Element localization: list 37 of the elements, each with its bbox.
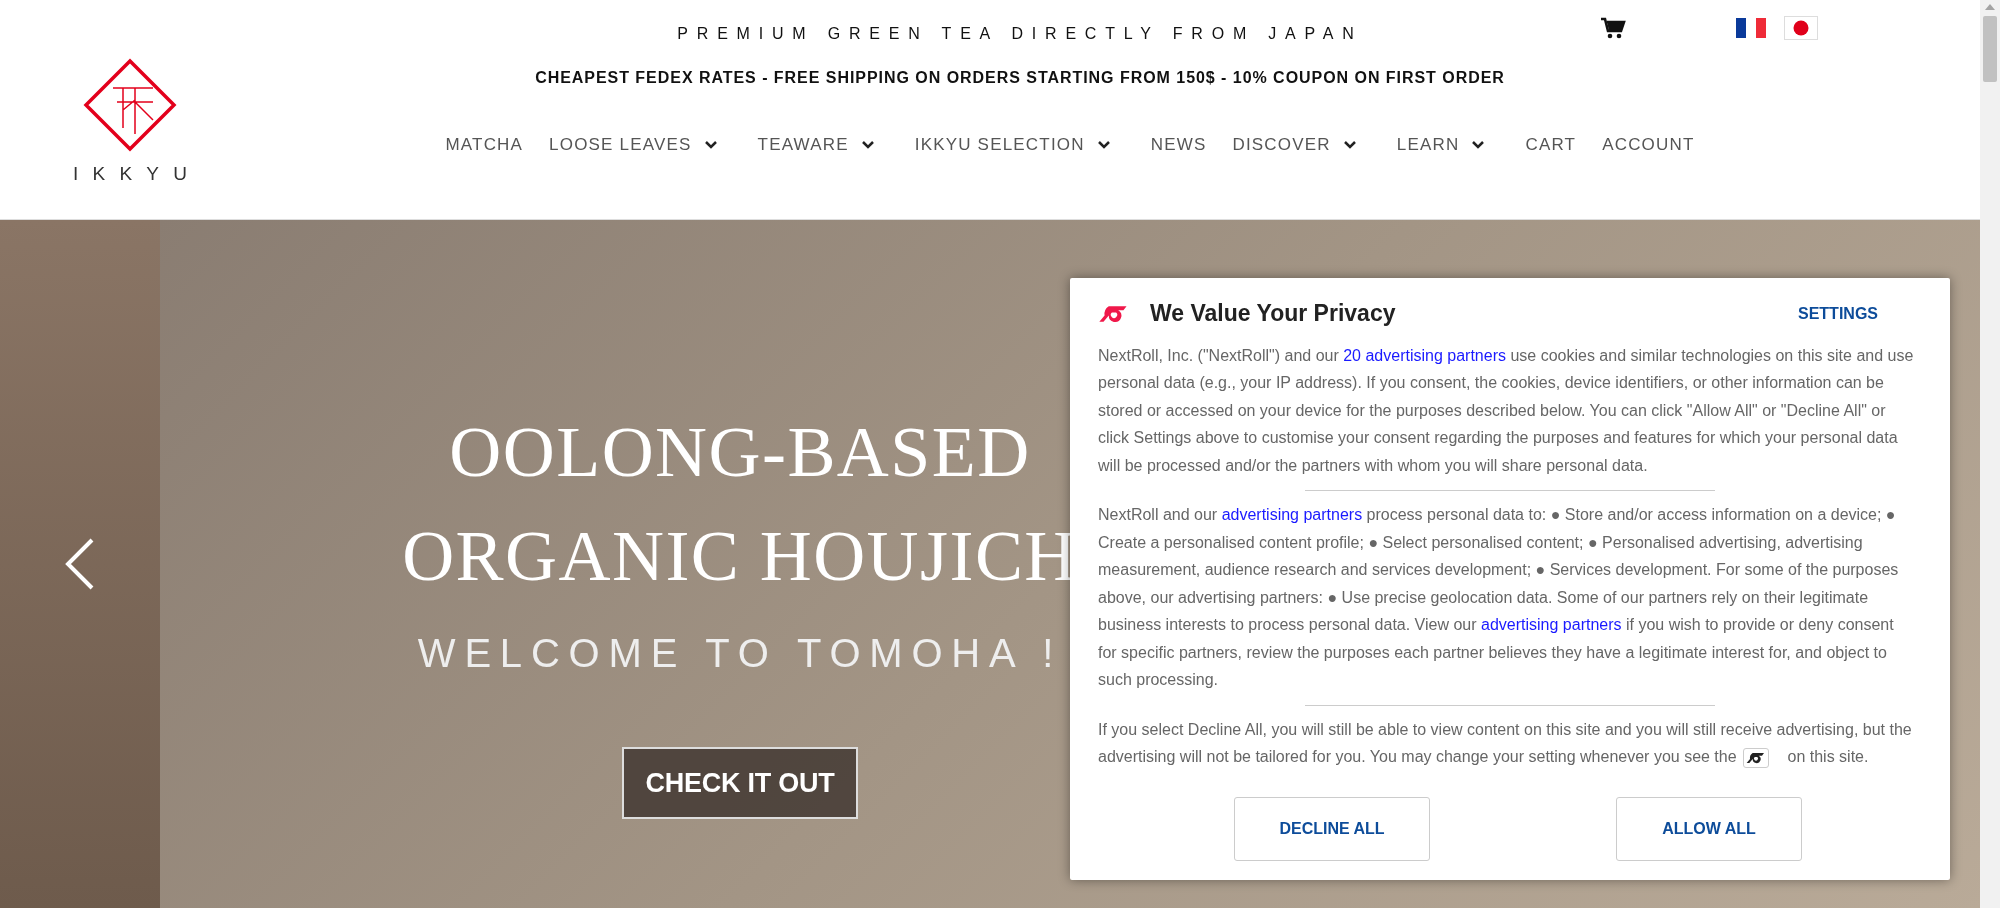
consent-paragraph: NextRoll and our advertising partners process personal data to: ● Store and/or access information on a device; ● Create a personalised content profile; ● Select personalised content; ● Personalised advertising, advertising measurement, audience research and services development; ● Services development. For some of the purposes above, our advertising partners: ● Use precise geolocation data. Some of our partners rely on their legitimate business interests to process personal data. View our advertising partners if you wish to provide or deny consent for specific partners, review the purposes each partner believes they have a legitimate interest for, and object to such processing.: [1098, 505, 1900, 691]
chevron-down-icon: [1471, 139, 1486, 150]
check-it-out-button[interactable]: CHECK IT OUT: [621, 746, 859, 820]
brand-logo-icon: [1743, 747, 1770, 768]
nav-link[interactable]: MATCHA: [433, 128, 536, 162]
consent-paragraph: NextRoll, Inc. ("NextRoll") and our 20 advertising partners use cookies and similar technologies on this site and use personal data (e.g., your IP address). If you consent, the cookies, device identifiers, or other information can be stored or accessed on your device for the purposes described below. You can click "Allow All" or "Decline All" or click Settings above to customise your consent regarding the purposes and features for which your personal data will be processed and/or the partners with whom you will share personal data.: [1098, 345, 1915, 476]
chevron-down-icon: [1096, 139, 1111, 150]
logo-icon[interactable]: [83, 58, 177, 152]
chevron-down-icon: [703, 139, 718, 150]
hero-title-line: ORGANIC HOUJICH: [402, 515, 1078, 599]
cart-icon[interactable]: [1600, 17, 1626, 39]
chevron-down-icon: [860, 139, 875, 150]
decline-all-button[interactable]: DECLINE ALL: [1234, 796, 1430, 861]
scrollbar-thumb[interactable]: [1983, 16, 1997, 82]
advertising-partners-link[interactable]: advertising partners: [1481, 616, 1622, 634]
nav-link[interactable]: ACCOUNT: [1590, 128, 1707, 162]
advertising-partners-link[interactable]: advertising partners: [1221, 506, 1363, 524]
nav-link[interactable]: CART: [1513, 128, 1589, 162]
dialog-title: We Value Your Privacy: [1150, 300, 1396, 328]
allow-all-button[interactable]: ALLOW ALL: [1616, 796, 1802, 861]
nav-link[interactable]: NEWS: [1138, 128, 1219, 162]
france-flag-icon[interactable]: [1736, 18, 1766, 38]
japan-flag-icon[interactable]: [1784, 16, 1818, 40]
nav-link[interactable]: LEARN: [1384, 128, 1512, 162]
tagline: PREMIUM GREEN TEA DIRECTLY FROM JAPAN: [677, 24, 1363, 44]
hero-subtitle: WELCOME TO TOMOHA !: [417, 629, 1063, 677]
advertising-partners-link[interactable]: 20 advertising partners: [1343, 346, 1506, 364]
nav-link[interactable]: TEAWARE: [745, 128, 901, 162]
consent-paragraph: If you select Decline All, you will still be able to view content on this site and you will still receive advertising, but the advertising will not be tailored for you. You may change your setting whenever you see the on this site.: [1098, 719, 1913, 770]
nav-link[interactable]: IKKYU SELECTION: [902, 128, 1137, 162]
logo-text: IKKYU: [72, 162, 202, 186]
settings-link[interactable]: SETTINGS: [1798, 301, 1878, 326]
nav-link[interactable]: DISCOVER: [1220, 128, 1383, 162]
nav-link[interactable]: LOOSE LEAVES: [537, 128, 744, 162]
shipping-notice-text: CHEAPEST FEDEX RATES - FREE SHIPPING ON ORDERS STARTING FROM 150$ - 10% COUPON ON FIRST ORDER: [535, 68, 1505, 88]
hero-title-line: OOLONG-BASED: [449, 411, 1031, 494]
chevron-down-icon: [1342, 139, 1357, 150]
